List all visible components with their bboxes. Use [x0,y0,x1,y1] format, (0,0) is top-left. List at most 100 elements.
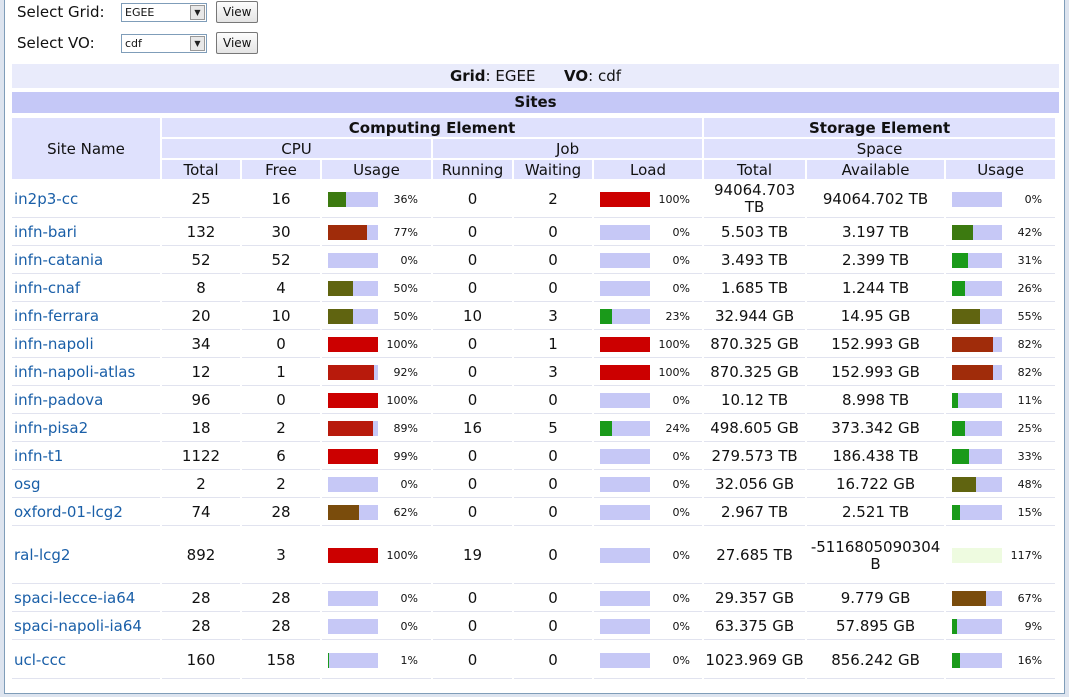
space-available-cell: 8.998 TB [807,388,945,414]
cpu-usage-bar [328,505,378,520]
vo-selector-row: Select VO: cdf ▼ View [17,31,259,55]
col-job-load: Load [594,160,703,179]
site-link[interactable]: ral-lcg2 [14,546,70,564]
vo-select[interactable]: cdf ▼ [121,33,207,53]
grid-view-button[interactable]: View [216,1,259,23]
site-link[interactable]: spaci-lecce-ia64 [14,589,135,607]
site-link[interactable]: in2p3-cc [14,190,78,208]
site-name-cell: infn-cnaf [12,276,160,302]
site-link[interactable]: infn-t1 [14,447,63,465]
space-available-cell: 373.342 GB [807,416,945,442]
job-load-cell: 0% [594,276,703,302]
cpu-usage-percent: 50% [393,310,418,323]
space-usage-cell: 67% [946,586,1056,612]
site-link[interactable]: infn-padova [14,391,103,409]
job-running-cell: 0 [433,360,512,386]
site-link[interactable]: spaci-napoli-ia64 [14,617,142,635]
cpu-total-cell: 2 [162,472,240,498]
job-running-cell: 0 [433,642,512,679]
job-load-bar [600,449,650,464]
space-available-cell: 9.779 GB [807,586,945,612]
site-link[interactable]: infn-napoli-atlas [14,363,135,381]
space-usage-bar-fill [952,225,974,240]
space-usage-percent: 9% [1024,620,1043,633]
site-link[interactable]: osg [14,475,41,493]
site-link[interactable]: infn-bari [14,223,77,241]
job-waiting-cell: 0 [514,528,592,584]
site-name-cell: infn-pisa2 [12,416,160,442]
job-waiting-cell: 0 [514,276,592,302]
space-usage-bar-fill [952,337,994,352]
cpu-usage-meter: 0% [322,252,431,269]
cpu-total-cell: 34 [162,332,240,358]
space-usage-percent: 26% [1017,282,1043,295]
site-link[interactable]: infn-catania [14,251,103,269]
sites-table-body: in2p3-cc 25 16 36% 0 2 100% 94064.703 TB 94064.7… [12,181,1056,679]
space-usage-cell: 26% [946,276,1056,302]
col-job-running: Running [433,160,512,179]
cpu-usage-cell: 92% [322,360,431,386]
space-usage-bar-fill [952,449,969,464]
cpu-usage-meter: 0% [322,476,431,493]
cpu-usage-bar [328,225,378,240]
table-row: spaci-napoli-ia64 28 28 0% 0 0 0% 63.375 GB 57.8… [12,614,1056,640]
site-link[interactable]: oxford-01-lcg2 [14,503,123,521]
chevron-down-icon[interactable]: ▼ [190,4,205,20]
site-link[interactable]: infn-pisa2 [14,419,88,437]
space-available-cell: 152.993 GB [807,332,945,358]
cpu-total-cell: 1122 [162,444,240,470]
space-usage-bar [952,652,1003,668]
cpu-usage-cell: 100% [322,388,431,414]
space-total-cell: 5.503 TB [704,220,806,246]
cpu-usage-bar [328,365,378,380]
cpu-usage-cell: 100% [322,332,431,358]
chevron-down-icon[interactable]: ▼ [190,35,205,51]
table-row: infn-ferrara 20 10 50% 10 3 23% 32.944 GB 14.95 … [12,304,1056,330]
space-available-cell: 16.722 GB [807,472,945,498]
vo-view-button[interactable]: View [216,32,259,54]
site-name-cell: spaci-lecce-ia64 [12,586,160,612]
site-link[interactable]: infn-ferrara [14,307,99,325]
cpu-total-cell: 12 [162,360,240,386]
job-load-meter: 100% [594,191,702,208]
cpu-total-cell: 74 [162,500,240,526]
space-usage-bar-fill [952,421,965,436]
job-load-cell: 0% [594,528,703,584]
job-waiting-cell: 0 [514,248,592,274]
job-running-cell: 16 [433,416,512,442]
cpu-usage-meter: 89% [322,420,431,437]
space-usage-bar [952,309,1003,324]
job-load-percent: 0% [672,592,690,605]
space-usage-bar-fill [952,309,980,324]
site-link[interactable]: infn-napoli [14,335,94,353]
cpu-usage-cell: 62% [322,500,431,526]
cpu-usage-bar-fill [328,393,378,408]
cpu-free-cell: 0 [242,332,320,358]
job-load-percent: 23% [665,310,690,323]
col-group-space: Space [704,139,1056,158]
job-running-cell: 0 [433,276,512,302]
site-name-cell: infn-catania [12,248,160,274]
grid-key: Grid [449,67,486,85]
job-waiting-cell: 0 [514,388,592,414]
space-usage-bar [952,337,1003,352]
cpu-usage-bar [328,253,378,268]
space-usage-cell: 31% [946,248,1056,274]
col-space-total: Total [704,160,806,179]
space-total-cell: 870.325 GB [704,360,806,386]
space-usage-bar [952,365,1003,380]
space-usage-percent: 42% [1017,226,1043,239]
cpu-usage-percent: 92% [393,366,418,379]
cpu-usage-percent: 0% [400,478,418,491]
space-available-cell: 1.244 TB [807,276,945,302]
site-link[interactable]: infn-cnaf [14,279,80,297]
space-total-cell: 32.944 GB [704,304,806,330]
grid-select[interactable]: EGEE ▼ [121,2,207,22]
site-name-cell: infn-napoli [12,332,160,358]
site-link[interactable]: ucl-ccc [14,651,66,669]
job-load-bar [600,253,650,268]
cpu-usage-percent: 0% [400,620,418,633]
space-usage-cell: 117% [946,528,1056,584]
job-load-percent: 0% [672,549,690,562]
space-usage-bar-fill [952,619,957,634]
